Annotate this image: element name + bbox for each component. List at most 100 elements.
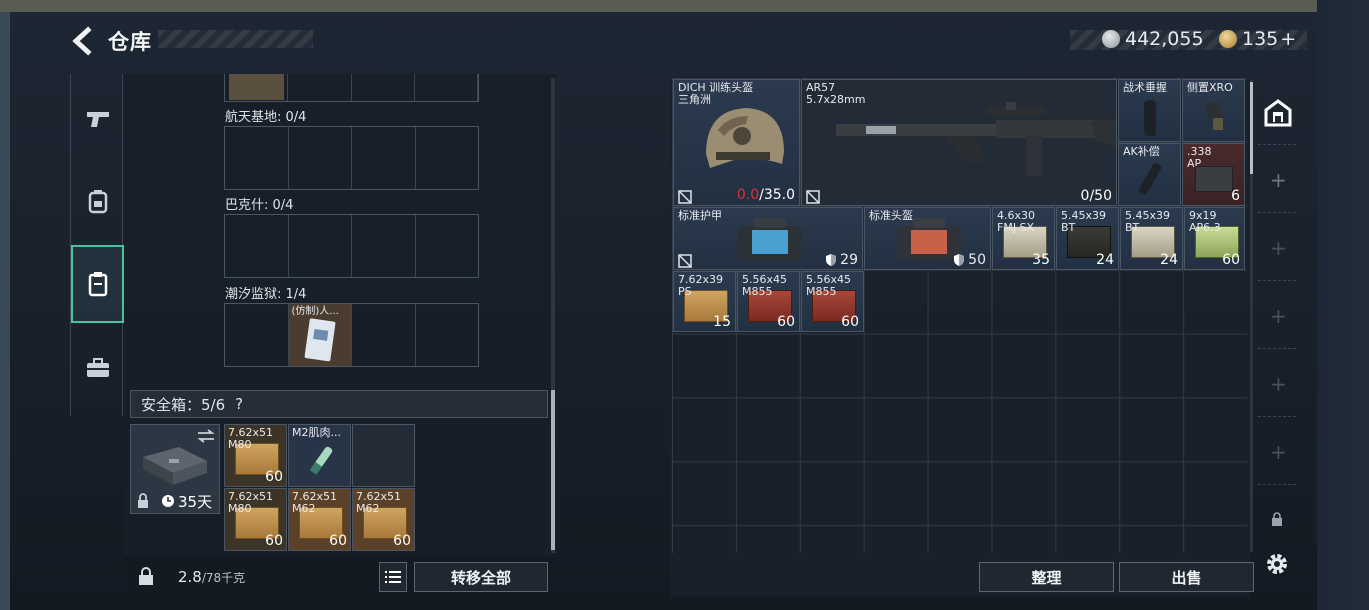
slot-cell[interactable] xyxy=(289,215,352,277)
briefcase-icon xyxy=(86,358,109,377)
shield-icon xyxy=(826,254,837,266)
nav-weapons[interactable] xyxy=(71,80,124,158)
armor-value: 29 xyxy=(840,252,858,268)
weight-text: 2.8/78千克 xyxy=(178,568,245,586)
left-scrollbar-thumb[interactable] xyxy=(551,390,555,550)
slot-cell[interactable] xyxy=(352,215,416,277)
item-label: 侧置XRO xyxy=(1187,81,1233,94)
item-count: 60 xyxy=(265,469,283,485)
safe-grid: 7.62x51 M80 60 M2肌肉... 7.62x51 M80 60 7.… xyxy=(224,424,416,552)
slot-row-prison: (仿制)人... xyxy=(224,303,479,367)
item-ammo-545-bt-1[interactable]: 5.45x39 BT 24 xyxy=(1056,207,1119,270)
weight-max: /78千克 xyxy=(201,571,246,585)
safebox-label: 安全箱：5/6 xyxy=(141,395,226,414)
case-days: 35天 xyxy=(178,493,213,511)
warehouse-icon[interactable] xyxy=(1262,98,1294,128)
slot-cell[interactable] xyxy=(225,215,289,277)
item-ammo-545-bt-2[interactable]: 5.45x39 BT 24 xyxy=(1120,207,1183,270)
item-sublabel: M855 xyxy=(806,285,837,298)
safe-slot-5[interactable]: 7.62x51 M62 60 xyxy=(288,488,351,551)
slot-cell[interactable] xyxy=(416,127,479,189)
swap-icon[interactable] xyxy=(197,429,215,443)
back-button[interactable] xyxy=(68,26,98,56)
slot-cell[interactable] xyxy=(288,74,352,101)
slot-cell[interactable] xyxy=(289,127,352,189)
item-label: M2肌肉... xyxy=(292,426,341,439)
slot-cell[interactable] xyxy=(225,74,289,101)
armor-icon xyxy=(738,218,802,260)
safe-slot-2[interactable]: M2肌肉... xyxy=(288,424,351,487)
currency-silver[interactable]: 442,055 xyxy=(1102,26,1204,52)
item-ammo-762x39[interactable]: 7.62x39 PS 15 xyxy=(673,271,736,332)
nav-equipment[interactable] xyxy=(71,162,124,240)
helmet-durability: 0.0/35.0 xyxy=(737,187,795,203)
lock-icon[interactable] xyxy=(137,566,155,586)
prison-item-slot[interactable]: (仿制)人... xyxy=(288,304,352,366)
slot-cell[interactable] xyxy=(225,304,289,366)
item-count: 60 xyxy=(265,533,283,549)
item-label: 标准护甲 xyxy=(678,209,722,222)
right-scrollbar-thumb[interactable] xyxy=(1250,82,1253,174)
slot-cell[interactable] xyxy=(352,304,416,366)
sell-button[interactable]: 出售 xyxy=(1119,562,1254,592)
slot-cell[interactable] xyxy=(416,215,479,277)
map-label-aerospace: 航天基地: 0/4 xyxy=(225,110,307,125)
sort-button[interactable]: 整理 xyxy=(979,562,1114,592)
safe-case-icon xyxy=(143,447,207,485)
item-rifle-ar57[interactable]: AR57 5.7x28mm 0/50 xyxy=(801,79,1117,206)
sight-icon xyxy=(1205,100,1223,130)
item-sublabel: PS xyxy=(678,285,692,298)
page-title: 仓库 xyxy=(108,30,152,54)
currency-gold-plus[interactable]: + xyxy=(1280,28,1296,50)
grip-icon xyxy=(1144,100,1156,136)
safe-slot-4[interactable]: 7.62x51 M80 60 xyxy=(224,488,287,551)
shield-icon xyxy=(954,254,965,266)
item-label: AK补偿 xyxy=(1123,145,1160,158)
add-tab-icon[interactable]: + xyxy=(1270,372,1287,396)
item-standard-helmet[interactable]: 标准头盔 50 xyxy=(864,207,991,270)
add-tab-icon[interactable]: + xyxy=(1270,236,1287,260)
safe-slot-1[interactable]: 7.62x51 M80 60 xyxy=(224,424,287,487)
add-tab-icon[interactable]: + xyxy=(1270,440,1287,464)
no-repair-icon xyxy=(806,190,820,204)
slot-cell[interactable] xyxy=(352,127,416,189)
item-standard-armor[interactable]: 标准护甲 29 xyxy=(673,207,863,270)
help-icon[interactable]: ? xyxy=(235,395,243,413)
item-ammo-338[interactable]: .338 AP 6 xyxy=(1182,143,1245,206)
item-ammo-46x30[interactable]: 4.6x30 FMJ SX 35 xyxy=(992,207,1055,270)
add-tab-icon[interactable]: + xyxy=(1270,168,1287,192)
right-edge xyxy=(1317,0,1369,610)
slot-cell[interactable] xyxy=(415,74,478,101)
list-icon xyxy=(385,571,401,583)
settings-gear-icon[interactable] xyxy=(1265,552,1289,576)
safe-slot-6[interactable]: 7.62x51 M62 60 xyxy=(352,488,415,551)
weight-value: 2.8 xyxy=(178,568,202,586)
item-sublabel: M855 xyxy=(742,285,773,298)
item-sublabel: BT xyxy=(1125,221,1140,234)
slot-cell[interactable] xyxy=(352,74,415,101)
transfer-all-button[interactable]: 转移全部 xyxy=(414,562,548,592)
item-sublabel: M80 xyxy=(228,438,252,451)
item-tactical-grip[interactable]: 战术垂握 xyxy=(1118,79,1181,142)
currency-gold[interactable]: 135 + xyxy=(1219,26,1296,52)
item-ak-compensator[interactable]: AK补偿 xyxy=(1118,143,1181,206)
helmet-value: 50 xyxy=(968,252,986,268)
slot-cell[interactable] xyxy=(416,304,479,366)
safe-slot-3[interactable] xyxy=(352,424,415,487)
item-side-xro[interactable]: 侧置XRO xyxy=(1182,79,1245,142)
safebox-bar: 安全箱：5/6 ? xyxy=(130,390,548,418)
item-ammo-556-m855-1[interactable]: 5.56x45 M855 60 xyxy=(737,271,800,332)
nav-safe-box[interactable] xyxy=(71,245,124,323)
slot-row-aerospace xyxy=(224,126,479,190)
safe-case[interactable]: 35天 xyxy=(130,424,220,514)
list-button[interactable] xyxy=(379,562,407,592)
item-ammo-556-m855-2[interactable]: 5.56x45 M855 60 xyxy=(801,271,864,332)
gold-coin-icon xyxy=(1219,30,1237,48)
item-count: 24 xyxy=(1160,252,1178,268)
slot-cell[interactable] xyxy=(225,127,289,189)
item-ammo-9x19[interactable]: 9x19 AP6.3 60 xyxy=(1184,207,1245,270)
id-card-icon xyxy=(304,318,335,362)
nav-storage[interactable] xyxy=(71,329,124,407)
add-tab-icon[interactable]: + xyxy=(1270,304,1287,328)
item-helmet-training[interactable]: DICH 训练头盔 三角洲 0.0/35.0 xyxy=(673,79,800,206)
